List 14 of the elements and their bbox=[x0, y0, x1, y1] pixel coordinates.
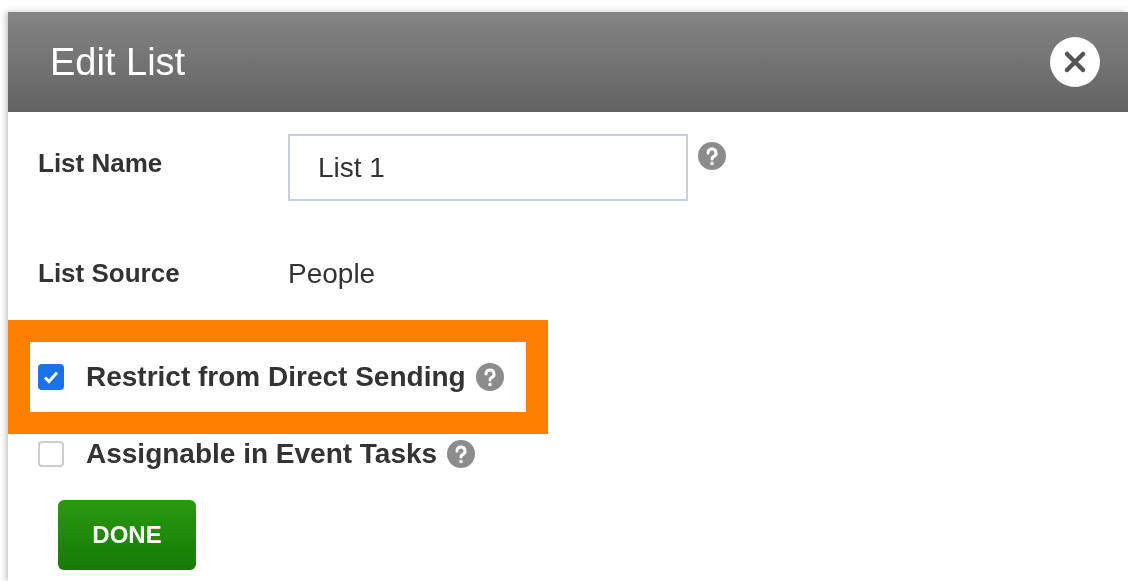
help-icon[interactable] bbox=[475, 363, 504, 391]
help-icon[interactable] bbox=[447, 440, 476, 468]
field-value: People bbox=[288, 258, 376, 290]
field-label: List Source bbox=[38, 258, 181, 289]
checkbox[interactable] bbox=[38, 441, 64, 467]
checkbox-label: Assignable in Event Tasks bbox=[86, 438, 438, 470]
close-icon[interactable] bbox=[1050, 37, 1100, 87]
input-field[interactable]: List 1 bbox=[288, 134, 688, 201]
field-label: List Name bbox=[38, 148, 164, 179]
checkbox[interactable] bbox=[38, 364, 64, 390]
help-icon[interactable] bbox=[698, 142, 726, 170]
dialog-title: Edit List bbox=[50, 40, 186, 84]
checkbox-label: Restrict from Direct Sending bbox=[86, 361, 466, 393]
done-button[interactable]: DONE bbox=[58, 500, 196, 570]
